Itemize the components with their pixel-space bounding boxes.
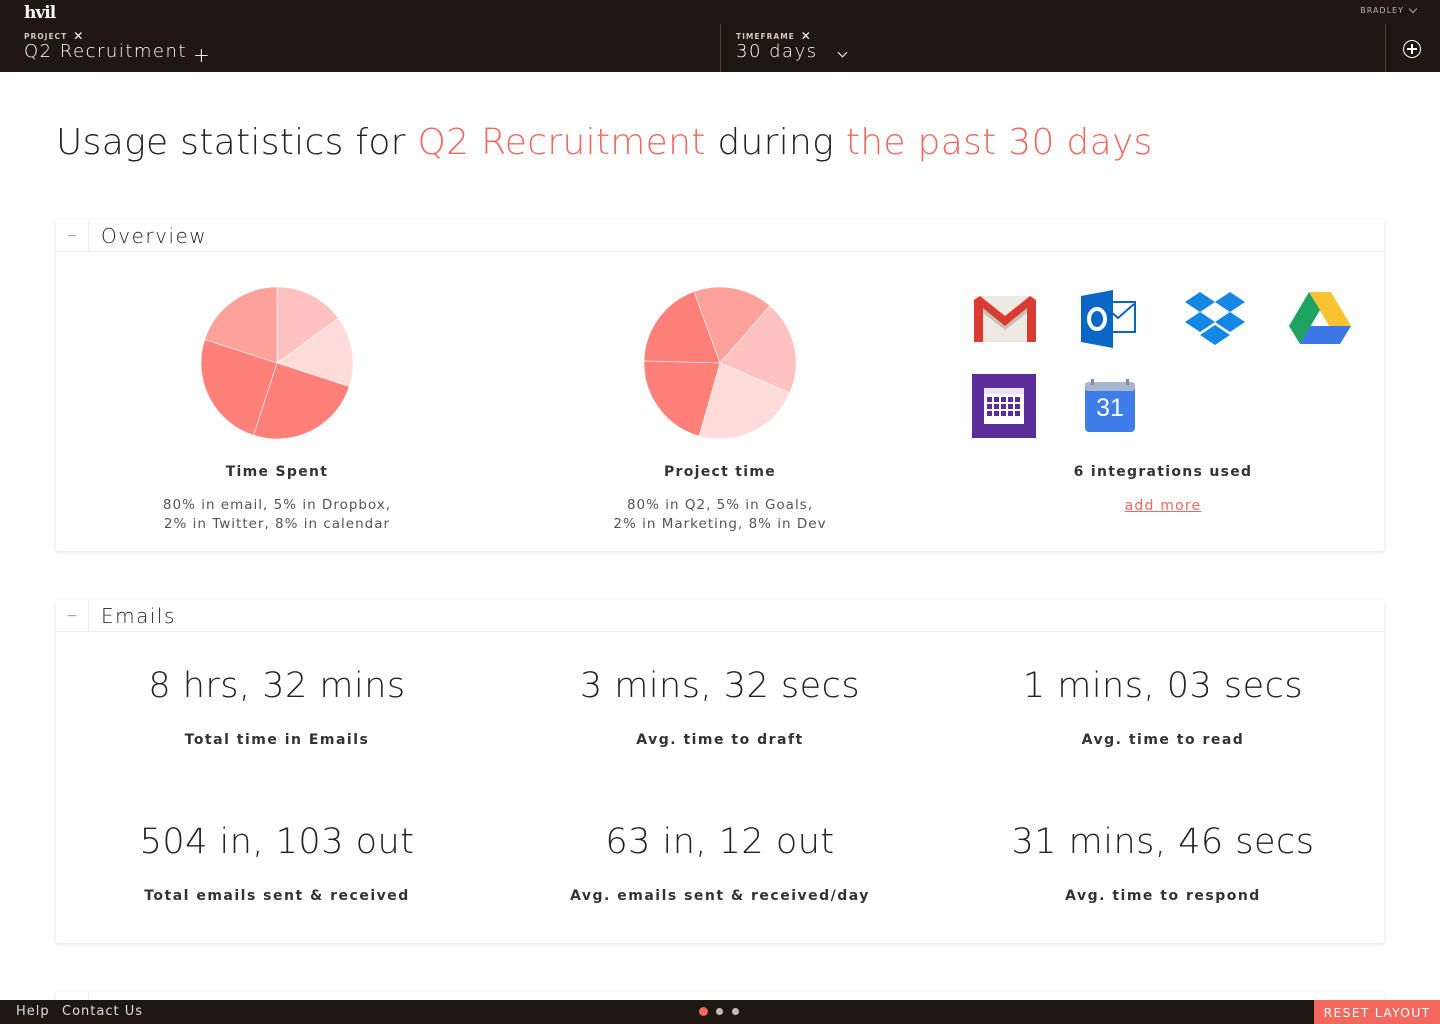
collapse-emails-button[interactable]: − [56,599,89,632]
overview-panel: − Overview Time Spent 80% in email, 5% i… [56,219,1384,551]
page-title: Usage statistics for Q2 Recruitment duri… [56,122,1153,163]
email-stat: 504 in, 103 out Total emails sent & rece… [56,822,498,904]
dropbox-icon[interactable] [1182,286,1248,352]
email-stat: 3 mins, 32 secs Avg. time to draft [499,666,941,748]
project-time-title: Project time [663,464,777,480]
top-bar: hvil BRADLEY PROJECT ✕ Q2 Recruitment + … [0,0,1440,72]
stat-label: Avg. emails sent & received/day [570,888,870,904]
emails-title: Emails [101,603,176,628]
user-name: BRADLEY [1360,6,1404,15]
timeframe-chevron-down-icon[interactable] [837,47,848,58]
overview-header: − Overview [56,219,1384,252]
add-more-link[interactable]: add more [1125,498,1202,514]
title-timeframe: the past 30 days [845,122,1153,163]
stat-value: 8 hrs, 32 mins [148,666,406,706]
stat-value: 3 mins, 32 secs [579,666,861,706]
stat-value: 1 mins, 03 secs [1022,666,1304,706]
time-spent-title: Time Spent [225,464,329,480]
google-drive-icon[interactable] [1287,286,1353,352]
stat-value: 63 in, 12 out [605,822,835,862]
page-dot-2[interactable] [716,1008,723,1015]
add-project-icon[interactable]: + [193,45,210,65]
time-spent-description: 80% in email, 5% in Dropbox, 2% in Twitt… [162,497,392,532]
page-indicator [700,1008,739,1015]
integrations-title: 6 integrations used [1073,464,1253,480]
time-spent-pie-chart [200,286,354,440]
topbar-divider [720,24,721,72]
topbar-divider-right [1385,24,1386,72]
app-logo[interactable]: hvil [24,3,56,23]
page-dot-3[interactable] [732,1008,739,1015]
email-stat: 8 hrs, 32 mins Total time in Emails [56,666,498,748]
title-project: Q2 Recruitment [417,122,706,163]
overview-title: Overview [101,223,208,248]
contact-link[interactable]: Contact Us [62,1004,143,1019]
outlook-icon[interactable] [1077,286,1143,352]
time-spent-column: Time Spent 80% in email, 5% in Dropbox, … [56,286,498,534]
stat-label: Avg. time to draft [636,732,804,748]
email-stat: 1 mins, 03 secs Avg. time to read [942,666,1384,748]
email-stat: 31 mins, 46 secs Avg. time to respond [942,822,1384,904]
google-calendar-day: 31 [1096,394,1124,422]
integrations-info: 6 integrations used add more [942,464,1384,514]
project-selector[interactable]: Q2 Recruitment [24,41,187,62]
reset-layout-button[interactable]: RESET LAYOUT [1314,1000,1440,1024]
stat-value: 504 in, 103 out [139,822,415,862]
stat-label: Avg. time to read [1081,732,1245,748]
footer-bar: Help Contact Us RESET LAYOUT [0,1000,1440,1024]
add-circle-icon[interactable] [1403,40,1421,58]
email-stat: 63 in, 12 out Avg. emails sent & receive… [499,822,941,904]
gmail-icon[interactable] [972,286,1038,352]
emails-header: − Emails [56,599,1384,632]
user-menu[interactable]: BRADLEY [1360,4,1418,15]
stat-value: 31 mins, 46 secs [1011,822,1315,862]
project-time-description: 80% in Q2, 5% in Goals, 2% in Marketing,… [613,497,827,532]
project-time-column: Project time 80% in Q2, 5% in Goals, 2% … [499,286,941,534]
project-time-pie-chart [643,286,797,440]
calendar-icon[interactable] [972,374,1036,438]
stat-label: Total emails sent & received [144,888,410,904]
emails-panel: − Emails 8 hrs, 32 mins Total time in Em… [56,599,1384,943]
google-calendar-icon[interactable]: 31 [1077,374,1143,440]
page-dot-1[interactable] [700,1008,707,1015]
timeframe-selector[interactable]: 30 days [736,41,818,62]
collapse-overview-button[interactable]: − [56,219,89,252]
stat-label: Total time in Emails [184,732,370,748]
stat-label: Avg. time to respond [1065,888,1261,904]
help-link[interactable]: Help [16,1004,50,1019]
chevron-down-icon [1408,4,1418,14]
